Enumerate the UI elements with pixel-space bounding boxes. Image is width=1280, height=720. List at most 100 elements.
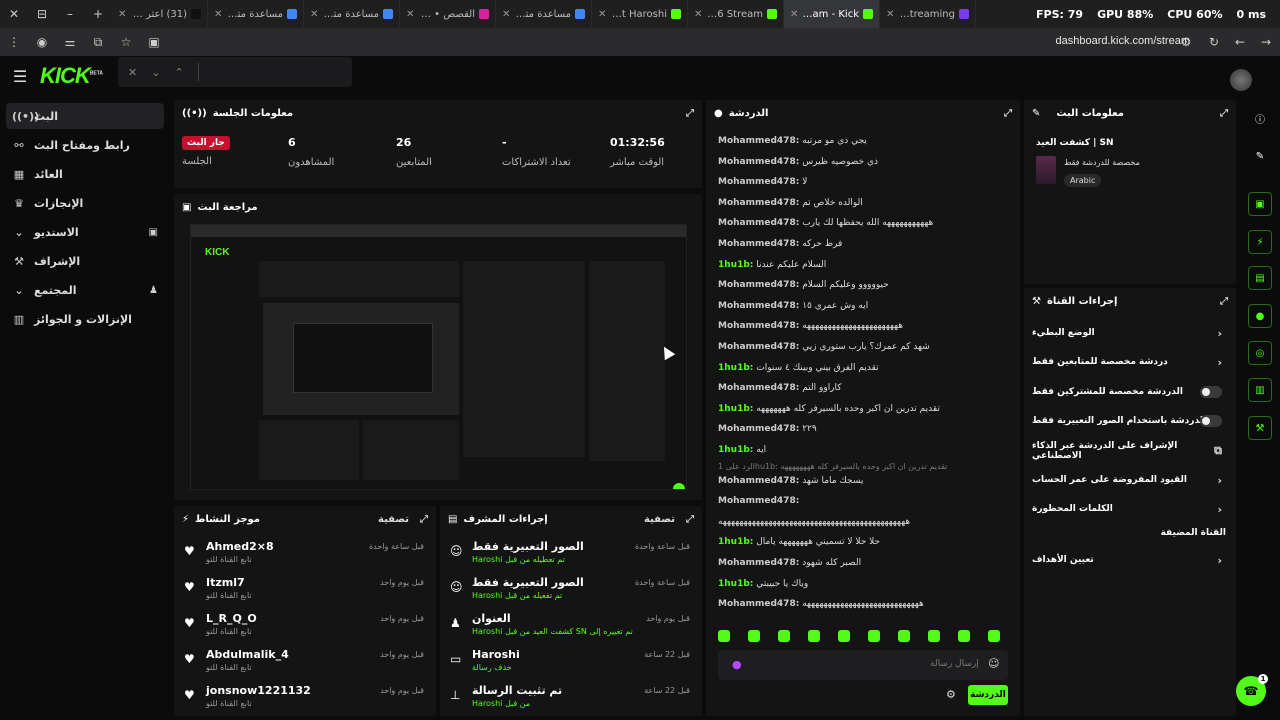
layout-icon[interactable]: ▥ [1248, 378, 1272, 402]
chat-message[interactable]: 1hu1b: السلام عليكم عندنا [718, 260, 1008, 270]
filter-button[interactable]: تصفية [378, 514, 409, 525]
close-tab-icon[interactable]: ✕ [790, 9, 798, 20]
chat-message[interactable]: Mohammed478: هههههههههههههههههههههههه [718, 321, 1008, 331]
menu-dots-icon[interactable]: ⋮ [0, 28, 28, 56]
chat-username[interactable]: 1hu1b: [718, 404, 753, 414]
close-tab-icon[interactable]: ✕ [502, 9, 510, 20]
reload-icon[interactable]: ↻ [1200, 28, 1228, 56]
sidebar-item[interactable]: ⚯ رابط ومفتاح البث [6, 132, 164, 158]
browser-tab[interactable]: ✕ (31) اعتر على [112, 0, 208, 28]
toggle-switch[interactable] [1200, 385, 1222, 398]
chat-username[interactable]: 1hu1b: [718, 579, 753, 589]
emote-icon[interactable] [748, 630, 760, 642]
emote-icon[interactable] [958, 630, 970, 642]
sidebar-item[interactable]: ⌄ الاستديو ▣ [6, 219, 164, 245]
chat-username[interactable]: Mohammed478: [718, 558, 799, 568]
sidebar-item[interactable]: ▥ الإنزالات و الجوائز [6, 306, 164, 332]
activity-username[interactable]: Ahmed2×8 [206, 540, 274, 553]
activity-username[interactable]: jonsnow1221132 [206, 684, 311, 697]
tune-icon[interactable]: ⚌ [56, 28, 84, 56]
chat-username[interactable]: Mohammed478: [718, 198, 799, 208]
tab-search-icon[interactable]: ⊟ [28, 0, 56, 28]
extensions-icon[interactable]: ◉ [28, 28, 56, 56]
chat-username[interactable]: 1hu1b: [718, 537, 753, 547]
clipboard-icon[interactable]: ▤ [1248, 266, 1272, 290]
browser-tab[interactable]: ✕ مساعدة متصفح [208, 0, 304, 28]
emote-icon[interactable] [778, 630, 790, 642]
expand-icon[interactable]: ⤢ [1220, 296, 1228, 307]
close-icon[interactable]: ✕ [0, 0, 28, 28]
chat-message[interactable]: هههههههههههههههههههههههههههههههههههههههه… [718, 517, 1008, 527]
browser-tab[interactable]: ✕ kh_e6 Stream [688, 0, 784, 28]
chat-username[interactable]: Mohammed478: [718, 177, 799, 187]
chat-message[interactable]: Mohammed478: ههههههههههههههههههههههههههه… [718, 599, 1008, 609]
url-field[interactable]: dashboard.kick.com/stream [1056, 35, 1191, 47]
chat-message[interactable]: 1hu1b: ايه [718, 445, 1008, 455]
back-icon[interactable]: ← [1226, 28, 1254, 56]
emote-icon[interactable] [718, 630, 730, 642]
bolt-icon[interactable]: ⚡ [1248, 230, 1272, 254]
browser-tab[interactable]: ✕ القصص • rami [400, 0, 496, 28]
browser-tab[interactable]: ✕ مساعدة متصفح [304, 0, 400, 28]
channel-action-row[interactable]: الكلمات المحظورة › [1032, 498, 1228, 520]
sidebar-item[interactable]: ▦ العائد [6, 161, 164, 187]
hamburger-menu-icon[interactable]: ☰ [0, 67, 40, 86]
close-tab-icon[interactable]: ✕ [310, 9, 318, 20]
chat-username[interactable]: Mohammed478: [718, 136, 799, 146]
chat-message[interactable]: Mohammed478: ٢٢٩ [718, 424, 1008, 434]
kick-logo[interactable]: KICKBETA [40, 63, 103, 89]
find-bar[interactable]: ✕ ⌄ ⌃ [118, 57, 352, 87]
chat-message[interactable]: Mohammed478: الصبر كله شهود [718, 558, 1008, 568]
chat-message[interactable]: Mohammed478: لا [718, 177, 1008, 187]
sidebar-item[interactable]: ⚒ الإشراف [6, 248, 164, 274]
chat-username[interactable]: 1hu1b: [718, 260, 753, 270]
browser-tab[interactable]: ✕ Kick Streaming [880, 0, 976, 28]
close-tab-icon[interactable]: ✕ [886, 9, 894, 20]
close-tab-icon[interactable]: ✕ [406, 9, 414, 20]
chat-message[interactable]: 1hu1b: تقديم تدرين ان اكبر وحده بالسيرفر… [718, 404, 1008, 414]
pencil-icon[interactable]: ✎ [1248, 144, 1272, 168]
chat-username[interactable]: Mohammed478: [718, 157, 799, 167]
mic-icon[interactable]: ● [732, 658, 742, 671]
chat-message[interactable]: Mohammed478: الوالده خلاص تم [718, 198, 1008, 208]
wrench-icon[interactable]: ⚒ [1248, 416, 1272, 440]
bookmark-star-icon[interactable]: ☆ [112, 28, 140, 56]
sidebar-item[interactable]: ⌄ المجتمع ♟ [6, 277, 164, 303]
channel-action-row[interactable]: دردشة مخصصة للمتابعين فقط › [1032, 351, 1228, 373]
chat-username[interactable]: Mohammed478: [718, 280, 799, 290]
chat-username[interactable]: Mohammed478: [718, 496, 799, 506]
filter-button[interactable]: تصفية [644, 514, 675, 525]
chat-username[interactable]: 1hu1b: [718, 363, 753, 373]
chat-username[interactable]: Mohammed478: [718, 218, 799, 228]
chat-username[interactable]: 1hu1b: [718, 445, 753, 455]
emote-icon[interactable] [808, 630, 820, 642]
chat-username[interactable]: Mohammed478: [718, 321, 799, 331]
emote-icon[interactable] [928, 630, 940, 642]
expand-icon[interactable]: ⤢ [1220, 108, 1228, 119]
emote-icon[interactable] [868, 630, 880, 642]
channel-action-row[interactable]: الإشراف على الدردشة عبر الذكاء الاصطناعي… [1032, 440, 1228, 462]
chat-icon[interactable]: ● [1248, 304, 1272, 328]
emote-icon[interactable] [988, 630, 1000, 642]
chat-username[interactable]: Mohammed478: [718, 301, 799, 311]
chat-username[interactable]: Mohammed478: [718, 239, 799, 249]
new-tab-icon[interactable]: + [84, 0, 112, 28]
send-chat-button[interactable]: الدردشة [968, 685, 1008, 705]
channel-action-row[interactable]: الدردشة باستخدام الصور التعبيرية فقط [1032, 410, 1228, 432]
expand-icon[interactable]: ⤢ [1004, 108, 1012, 119]
chat-message[interactable]: Mohammed478: [718, 496, 1008, 506]
browser-tab[interactable]: ✕ مساعدة متصفح [496, 0, 592, 28]
chat-message[interactable]: Mohammed478: ايه وش عمري ١٥ [718, 301, 1008, 311]
expand-icon[interactable]: ⤢ [686, 108, 694, 119]
emoji-icon[interactable]: ☺ [988, 657, 999, 670]
chat-message[interactable]: Mohammed478: يجي ذي مو مرتبه [718, 136, 1008, 146]
activity-username[interactable]: Itzml7 [206, 576, 245, 589]
chat-message[interactable]: Mohammed478: ذي خصوصيه ظيرس [718, 157, 1008, 167]
close-tab-icon[interactable]: ✕ [598, 9, 606, 20]
screenshot-icon[interactable]: ⧉ [84, 28, 112, 56]
chevron-up-icon[interactable]: ⌃ [174, 66, 183, 79]
user-avatar[interactable] [1230, 69, 1252, 91]
chat-username[interactable]: Mohammed478: [718, 342, 799, 352]
close-tab-icon[interactable]: ✕ [214, 9, 222, 20]
minimize-icon[interactable]: – [56, 0, 84, 28]
